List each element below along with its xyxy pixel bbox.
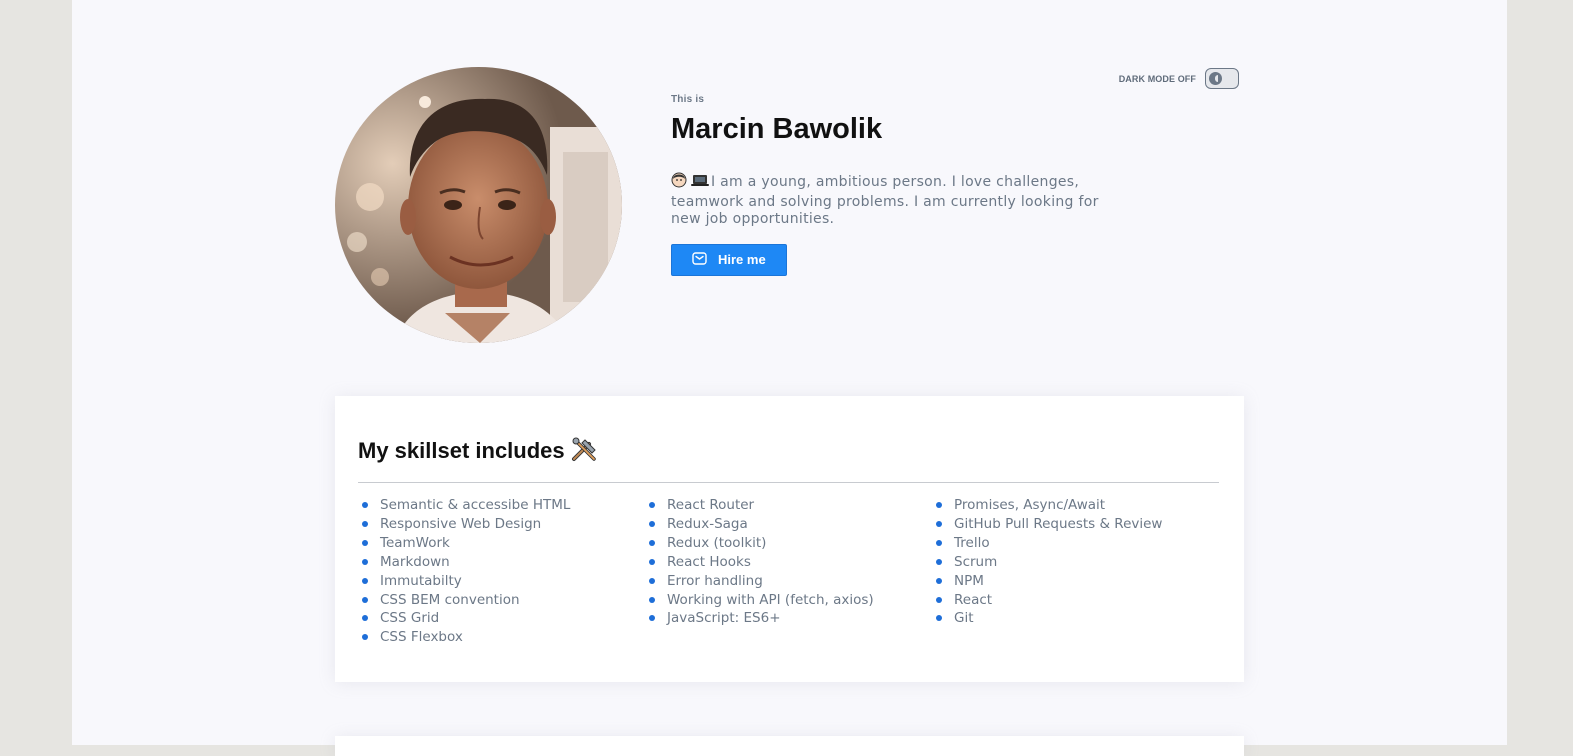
intro-block: This is Marcin Bawolik I am a young, amb… — [671, 94, 1111, 276]
list-item: Working with API (fetch, axios) — [645, 591, 874, 610]
list-item: Redux-Saga — [645, 515, 874, 534]
moon-icon — [1209, 72, 1222, 85]
list-item: Responsive Web Design — [358, 515, 570, 534]
list-item: React — [932, 591, 1162, 610]
avatar-photo — [335, 67, 622, 343]
list-item: JavaScript: ES6+ — [645, 609, 874, 628]
list-item: Redux (toolkit) — [645, 534, 874, 553]
bio-text: I am a young, ambitious person. I love c… — [671, 172, 1111, 229]
developer-emoji-icons — [671, 172, 711, 194]
mail-icon — [692, 251, 707, 268]
dark-mode-toggle[interactable]: DARK MODE OFF — [1119, 68, 1239, 89]
dark-mode-switch[interactable] — [1205, 68, 1239, 89]
skills-title: My skillset includes — [358, 436, 599, 471]
bio-sentence: I am a young, ambitious person. I love c… — [671, 174, 1099, 227]
next-section-card — [335, 736, 1244, 756]
page: This is Marcin Bawolik I am a young, amb… — [72, 0, 1507, 756]
list-item: React Hooks — [645, 553, 874, 572]
skills-column-3: Promises, Async/Await GitHub Pull Reques… — [932, 496, 1162, 628]
list-item: CSS Grid — [358, 609, 570, 628]
list-item: GitHub Pull Requests & Review — [932, 515, 1162, 534]
list-item: CSS Flexbox — [358, 628, 570, 647]
skills-column-2: React Router Redux-Saga Redux (toolkit) … — [645, 496, 874, 628]
list-item: Immutabilty — [358, 572, 570, 591]
list-item: Scrum — [932, 553, 1162, 572]
tools-icon — [571, 437, 599, 471]
list-item: Error handling — [645, 572, 874, 591]
list-item: Markdown — [358, 553, 570, 572]
list-item: Promises, Async/Await — [932, 496, 1162, 515]
profile-header: This is Marcin Bawolik I am a young, amb… — [335, 67, 1244, 343]
hire-me-button[interactable]: Hire me — [671, 243, 787, 276]
list-item: Semantic & accessibe HTML — [358, 496, 570, 515]
list-item: TeamWork — [358, 534, 570, 553]
hire-me-label: Hire me — [718, 252, 766, 267]
avatar — [335, 67, 622, 343]
skills-title-text: My skillset includes — [358, 438, 565, 463]
list-item: React Router — [645, 496, 874, 515]
intro-label: This is — [671, 94, 705, 105]
skills-card: My skillset includes Semantic & accessib… — [335, 396, 1244, 682]
dark-mode-label: DARK MODE OFF — [1118, 73, 1196, 84]
list-item: Trello — [932, 534, 1162, 553]
list-item: Git — [932, 609, 1162, 628]
page-title: Marcin Bawolik — [671, 113, 883, 145]
divider — [358, 482, 1219, 483]
skills-column-1: Semantic & accessibe HTML Responsive Web… — [358, 496, 570, 647]
list-item: CSS BEM convention — [358, 591, 570, 610]
list-item: NPM — [932, 572, 1162, 591]
